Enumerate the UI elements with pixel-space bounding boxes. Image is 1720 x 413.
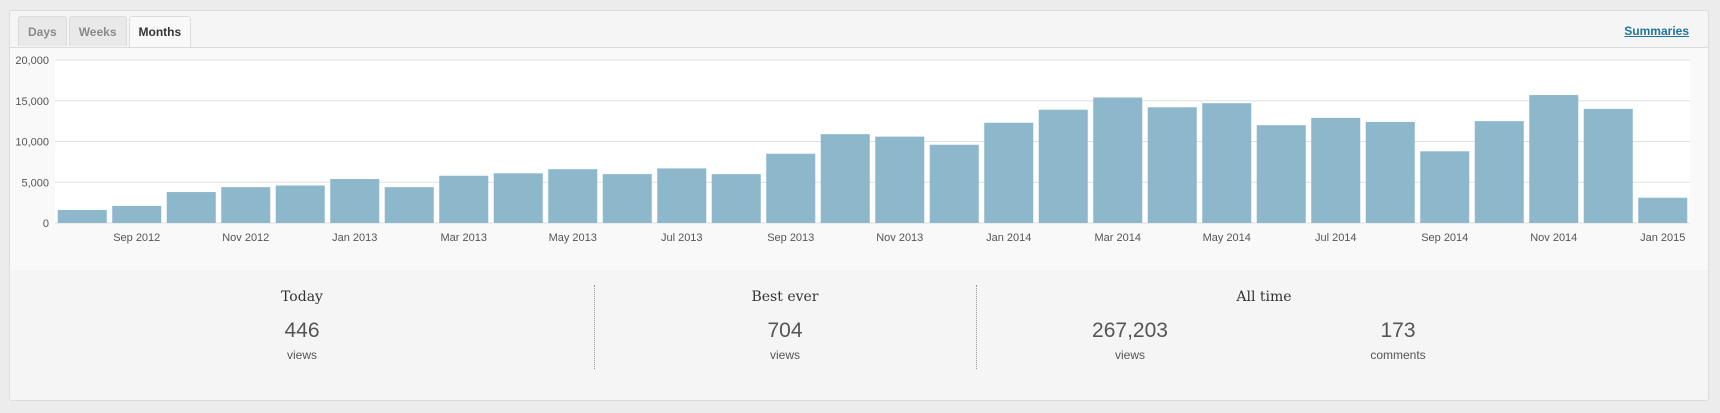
bar xyxy=(1311,117,1361,223)
tab-days[interactable]: Days xyxy=(18,16,67,46)
tab-weeks[interactable]: Weeks xyxy=(68,16,127,46)
bar xyxy=(548,169,598,223)
stat-today-heading: Today xyxy=(281,289,323,305)
stats-summary: Today 446 views Best ever 704 views All … xyxy=(10,269,1708,399)
bar xyxy=(1038,109,1088,223)
x-tick-label: Mar 2013 xyxy=(441,232,487,244)
period-tabs: Days Weeks Months xyxy=(18,16,192,48)
bar xyxy=(1474,121,1524,223)
stat-today-item: 446 views xyxy=(10,319,594,362)
stat-alltime-heading: All time xyxy=(1236,289,1292,305)
views-bar-chart: 0 5,000 10,000 15,000 20,000 Sep 2012 Nov 2012… xyxy=(15,55,1690,244)
tab-months[interactable]: Months xyxy=(128,16,192,48)
stat-alltime-comments-value: 173 xyxy=(1380,319,1416,342)
bar xyxy=(766,153,816,223)
y-tick-label: 20,000 xyxy=(15,55,49,67)
x-tick-label: Jan 2015 xyxy=(1640,232,1685,244)
bar xyxy=(439,175,489,223)
stat-today: Today 446 views xyxy=(10,289,594,373)
y-tick-label: 10,000 xyxy=(15,137,49,149)
x-tick-label: Jul 2014 xyxy=(1315,232,1357,244)
stat-alltime: All time 267,203 views 173 comments xyxy=(976,289,1552,373)
bar xyxy=(1256,125,1306,223)
bar xyxy=(1093,97,1143,223)
x-tick-label: Sep 2014 xyxy=(1421,232,1468,244)
stat-best-item: 704 views xyxy=(594,319,976,362)
bar xyxy=(166,192,216,223)
x-tick-label: Nov 2013 xyxy=(876,232,923,244)
stat-best-heading: Best ever xyxy=(751,289,819,305)
bar xyxy=(1420,151,1470,223)
chart-area: 0 5,000 10,000 15,000 20,000 Sep 2012 Nov 2012… xyxy=(10,47,1708,270)
bar xyxy=(1365,121,1415,223)
bar xyxy=(493,173,543,223)
bar xyxy=(1147,107,1197,223)
x-tick-label: Nov 2014 xyxy=(1530,232,1577,244)
bar xyxy=(384,187,434,223)
bar xyxy=(602,174,652,223)
bar xyxy=(275,185,325,223)
stat-best-label: views xyxy=(769,348,800,362)
stat-best: Best ever 704 views xyxy=(594,289,976,373)
stats-panel: Days Weeks Months Summaries 0 5,000 10,000… xyxy=(9,10,1709,401)
bar xyxy=(221,187,271,223)
stat-today-value: 446 xyxy=(284,319,320,342)
x-tick-label: Jan 2013 xyxy=(332,232,377,244)
x-tick-label: Jul 2013 xyxy=(661,232,703,244)
stat-alltime-comments: 173 comments xyxy=(1244,319,1552,362)
bar xyxy=(929,144,979,223)
stat-alltime-comments-label: comments xyxy=(1370,348,1426,362)
bar xyxy=(1529,95,1579,223)
stat-best-value: 704 xyxy=(767,319,803,342)
x-tick-label: Nov 2012 xyxy=(222,232,269,244)
bar xyxy=(984,122,1034,223)
bar xyxy=(1638,197,1688,223)
stat-alltime-views-label: views xyxy=(1114,348,1145,362)
x-tick-label: May 2014 xyxy=(1203,232,1251,244)
x-tick-label: Mar 2014 xyxy=(1095,232,1141,244)
x-tick-label: Jan 2014 xyxy=(986,232,1031,244)
bar xyxy=(1583,108,1633,223)
bar xyxy=(112,205,162,223)
x-tick-label: Sep 2012 xyxy=(113,232,160,244)
x-tick-label: May 2013 xyxy=(549,232,597,244)
bar xyxy=(1202,103,1252,223)
summaries-link[interactable]: Summaries xyxy=(1624,24,1689,38)
bar xyxy=(330,178,380,223)
bar xyxy=(657,168,707,223)
bar xyxy=(820,134,870,223)
y-tick-label: 15,000 xyxy=(15,96,49,108)
bar xyxy=(711,174,761,223)
stat-alltime-views: 267,203 views xyxy=(976,319,1284,362)
bar xyxy=(875,136,925,223)
stat-today-label: views xyxy=(286,348,317,362)
y-tick-label: 5,000 xyxy=(21,177,49,189)
stat-alltime-views-value: 267,203 xyxy=(1092,319,1168,342)
y-tick-label: 0 xyxy=(43,218,49,230)
bar xyxy=(57,209,107,223)
x-tick-label: Sep 2013 xyxy=(767,232,814,244)
